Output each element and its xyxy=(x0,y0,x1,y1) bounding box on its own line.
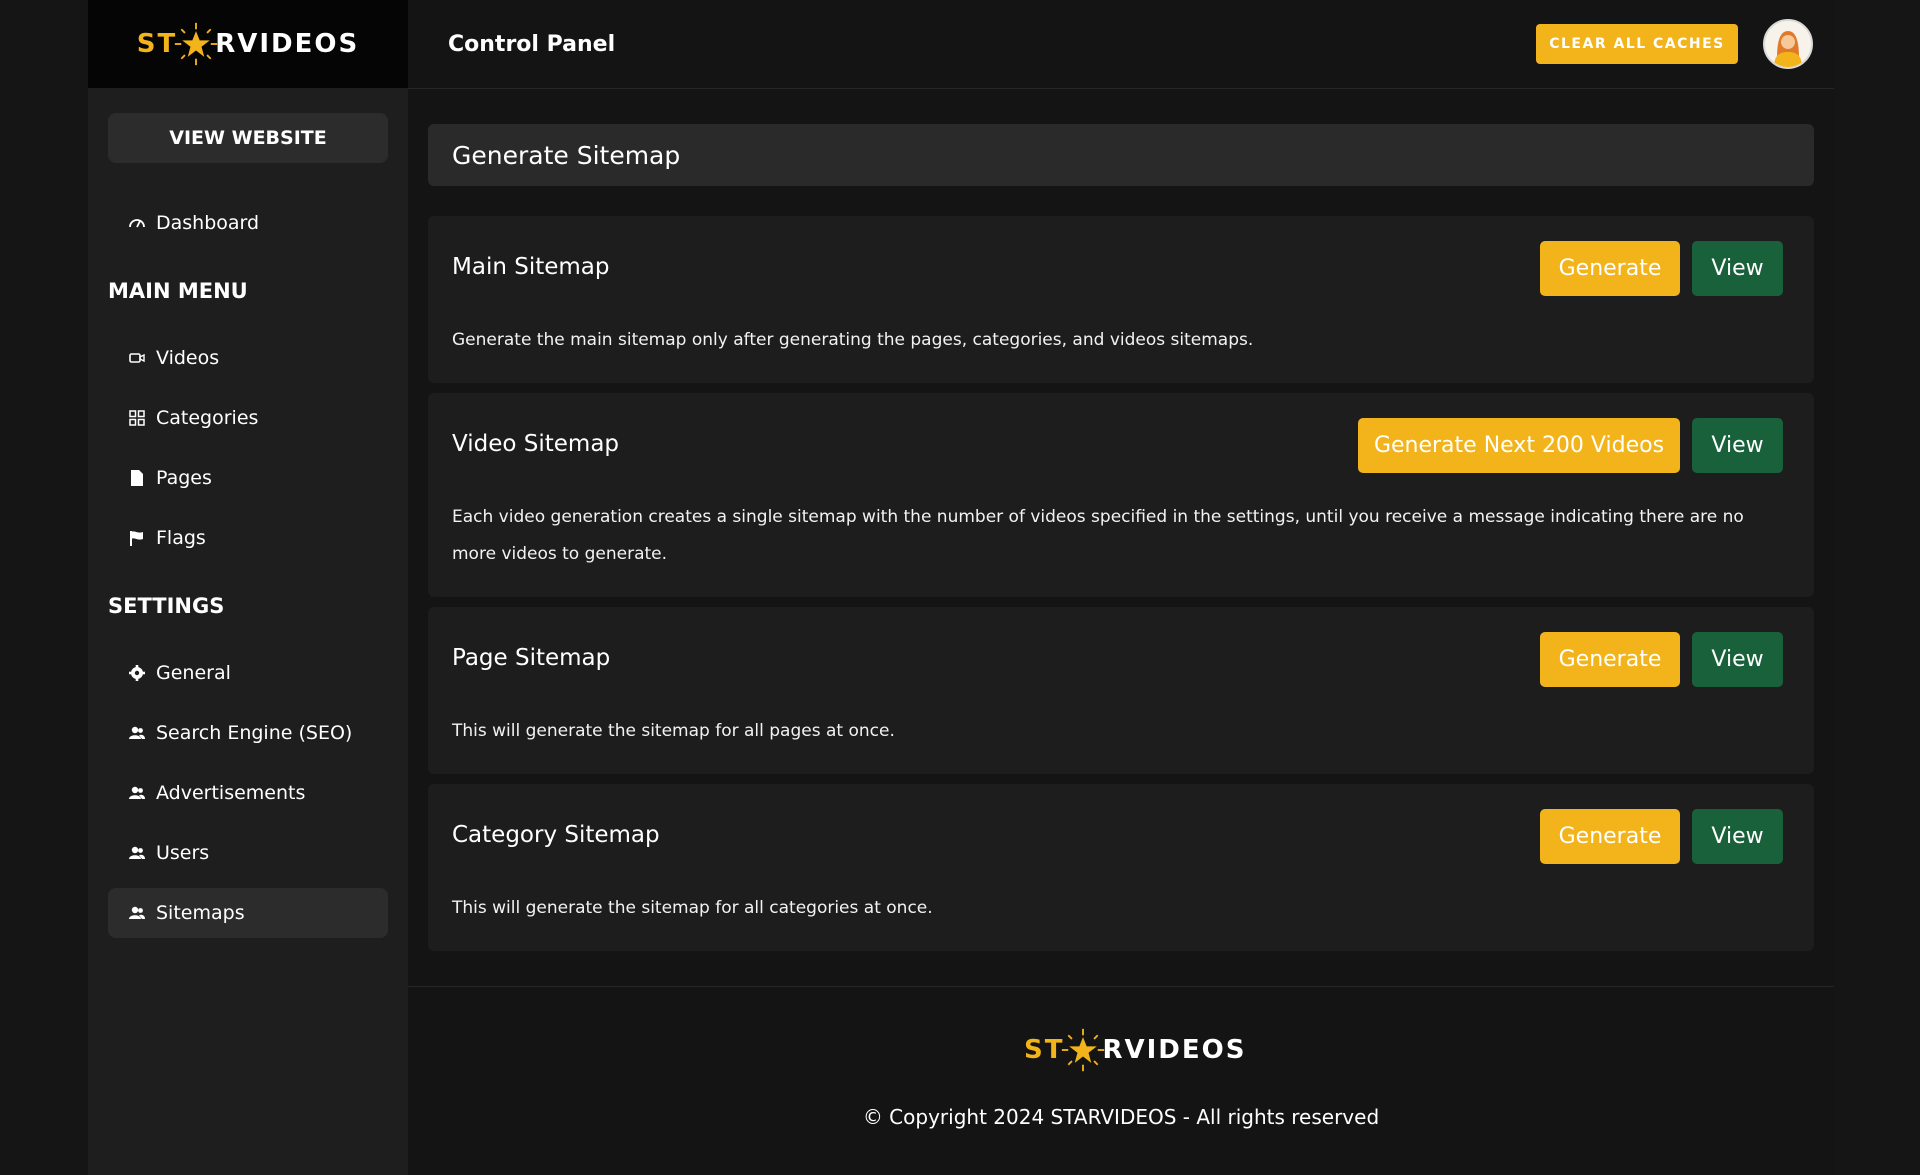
card-title: Page Sitemap xyxy=(452,645,611,671)
logo-text-left: ST xyxy=(1024,1035,1065,1065)
view-page-sitemap-button[interactable]: View xyxy=(1692,632,1783,687)
footer: ST RVIDEOS © Copyright 2024 STARVIDEOS -… xyxy=(408,986,1834,1175)
card-description: Each video generation creates a single s… xyxy=(452,507,1744,564)
card-title: Main Sitemap xyxy=(452,254,610,280)
sidebar-item-label: Flags xyxy=(156,527,206,549)
sidebar-item-videos[interactable]: Videos xyxy=(108,333,388,383)
copyright-text: © Copyright 2024 STARVIDEOS - All rights… xyxy=(862,1105,1380,1129)
sidebar-item-label: General xyxy=(156,662,231,684)
user-group-icon xyxy=(128,844,146,862)
user-group-icon xyxy=(128,784,146,802)
grid-icon xyxy=(128,409,146,427)
generate-next-videos-button[interactable]: Generate Next 200 Videos xyxy=(1358,418,1680,473)
view-category-sitemap-button[interactable]: View xyxy=(1692,809,1783,864)
app: ST RVIDEOS VIEW WEBSITE Dashboard MAIN M… xyxy=(88,0,1834,1175)
gauge-icon xyxy=(128,214,146,232)
logo-text-right: RVIDEOS xyxy=(215,29,360,59)
clear-all-caches-button[interactable]: CLEAR ALL CACHES xyxy=(1536,24,1738,64)
star-logo-icon xyxy=(1062,1028,1105,1072)
logo-text-right: RVIDEOS xyxy=(1102,1035,1247,1065)
star-logo-icon xyxy=(175,22,218,66)
sidebar: ST RVIDEOS VIEW WEBSITE Dashboard MAIN M… xyxy=(88,0,408,1175)
card-description: This will generate the sitemap for all p… xyxy=(452,721,895,741)
user-group-icon xyxy=(128,904,146,922)
main-content: Control Panel CLEAR ALL CACHES Generate … xyxy=(408,0,1834,1175)
avatar[interactable] xyxy=(1763,19,1813,69)
file-icon xyxy=(128,469,146,487)
category-sitemap-card: Category Sitemap Generate View This will… xyxy=(428,784,1814,951)
view-video-sitemap-button[interactable]: View xyxy=(1692,418,1783,473)
card-title: Category Sitemap xyxy=(452,822,660,848)
sidebar-item-label: Sitemaps xyxy=(156,902,245,924)
main-menu-title: MAIN MENU xyxy=(108,279,248,303)
card-description: Generate the main sitemap only after gen… xyxy=(452,330,1254,350)
generate-category-sitemap-button[interactable]: Generate xyxy=(1540,809,1680,864)
sidebar-item-advertisements[interactable]: Advertisements xyxy=(108,768,388,818)
topbar: Control Panel CLEAR ALL CACHES xyxy=(408,0,1834,89)
section-header: Generate Sitemap xyxy=(428,124,1814,186)
card-title: Video Sitemap xyxy=(452,431,620,457)
main-sitemap-card: Main Sitemap Generate View Generate the … xyxy=(428,216,1814,383)
view-website-button[interactable]: VIEW WEBSITE xyxy=(108,113,388,163)
flag-icon xyxy=(128,529,146,547)
sidebar-item-seo[interactable]: Search Engine (SEO) xyxy=(108,708,388,758)
settings-title: SETTINGS xyxy=(108,594,225,618)
generate-main-sitemap-button[interactable]: Generate xyxy=(1540,241,1680,296)
sidebar-item-label: Users xyxy=(156,842,210,864)
footer-logo[interactable]: ST RVIDEOS xyxy=(1024,1027,1246,1073)
sidebar-item-label: Pages xyxy=(156,467,212,489)
card-description: This will generate the sitemap for all c… xyxy=(452,898,933,918)
sidebar-item-pages[interactable]: Pages xyxy=(108,453,388,503)
generate-page-sitemap-button[interactable]: Generate xyxy=(1540,632,1680,687)
view-main-sitemap-button[interactable]: View xyxy=(1692,241,1783,296)
sidebar-item-label: Videos xyxy=(156,347,220,369)
video-sitemap-card: Video Sitemap Generate Next 200 Videos V… xyxy=(428,393,1814,597)
sidebar-item-dashboard[interactable]: Dashboard xyxy=(108,198,388,248)
page-sitemap-card: Page Sitemap Generate View This will gen… xyxy=(428,607,1814,774)
user-group-icon xyxy=(128,724,146,742)
brand-logo[interactable]: ST RVIDEOS xyxy=(137,21,359,67)
sidebar-item-label: Advertisements xyxy=(156,782,306,804)
sidebar-item-label: Dashboard xyxy=(156,212,260,234)
logo-text-left: ST xyxy=(136,29,178,59)
video-camera-icon xyxy=(128,349,146,367)
sidebar-item-label: Search Engine (SEO) xyxy=(156,722,353,744)
sidebar-item-flags[interactable]: Flags xyxy=(108,513,388,563)
sidebar-item-general[interactable]: General xyxy=(108,648,388,698)
sidebar-item-categories[interactable]: Categories xyxy=(108,393,388,443)
page-title: Control Panel xyxy=(448,31,616,57)
sidebar-item-label: Categories xyxy=(156,407,259,429)
gear-icon xyxy=(128,664,146,682)
sidebar-item-users[interactable]: Users xyxy=(108,828,388,878)
sidebar-item-sitemaps[interactable]: Sitemaps xyxy=(108,888,388,938)
user-avatar-icon xyxy=(1774,31,1802,67)
logo-box[interactable]: ST RVIDEOS xyxy=(88,0,408,88)
